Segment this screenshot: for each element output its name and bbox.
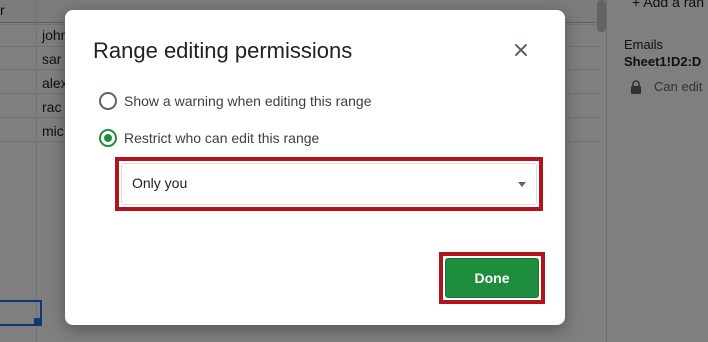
option-restrict-editors[interactable]: Restrict who can edit this range bbox=[99, 129, 319, 147]
done-button[interactable]: Done bbox=[445, 258, 539, 298]
option-show-warning[interactable]: Show a warning when editing this range bbox=[99, 92, 372, 110]
radio-button[interactable] bbox=[99, 92, 117, 110]
radio-button-selected[interactable] bbox=[99, 129, 117, 147]
dialog-title: Range editing permissions bbox=[93, 38, 353, 63]
editors-dropdown[interactable]: Only you bbox=[121, 163, 537, 205]
dropdown-value: Only you bbox=[132, 175, 188, 191]
range-editing-permissions-dialog: Range editing permissions Show a warning… bbox=[65, 10, 565, 325]
option-label: Show a warning when editing this range bbox=[124, 93, 372, 109]
close-icon[interactable] bbox=[509, 38, 533, 62]
chevron-down-icon bbox=[518, 182, 526, 187]
option-label: Restrict who can edit this range bbox=[124, 130, 320, 146]
